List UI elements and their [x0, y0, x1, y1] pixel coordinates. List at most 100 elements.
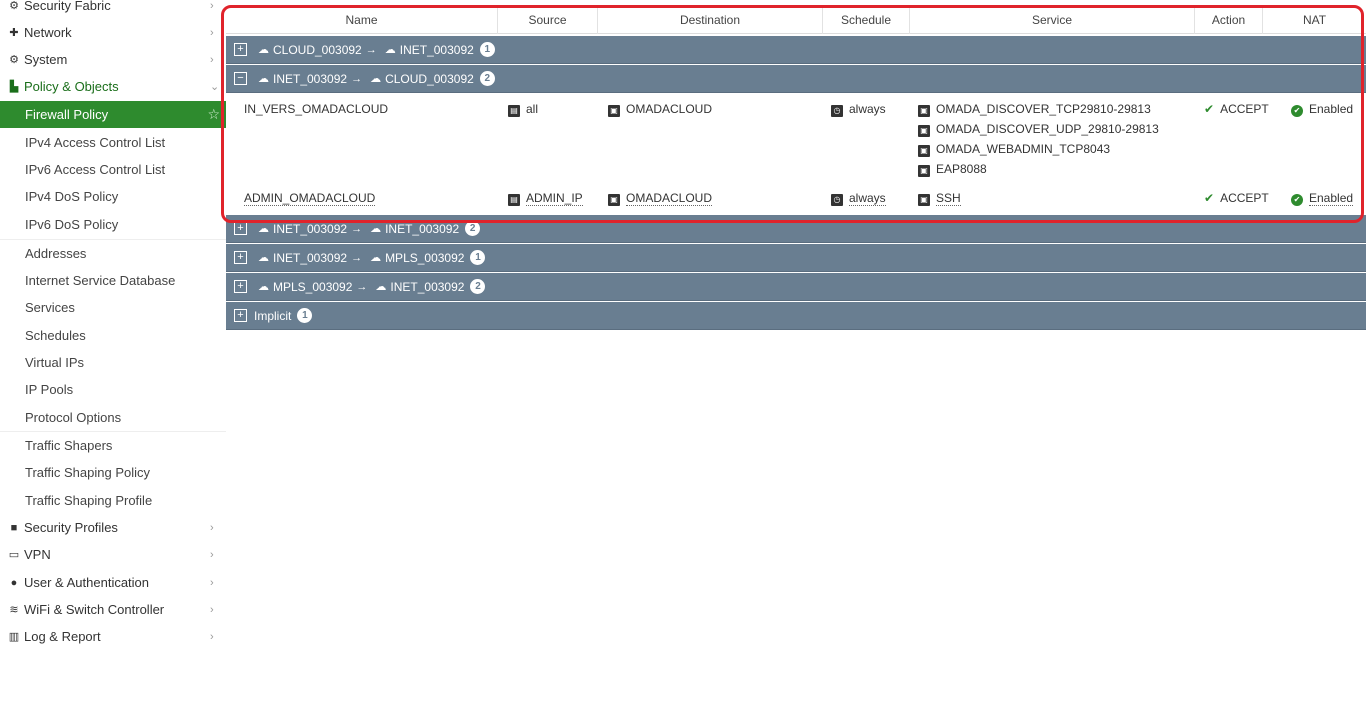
sidebar-item-internet-service-db[interactable]: Internet Service Database	[0, 267, 226, 294]
address-icon: ▤	[508, 105, 520, 117]
cloud-icon: ☁	[384, 44, 396, 56]
sidebar-item-virtual-ips[interactable]: Virtual IPs	[0, 349, 226, 376]
cloud-icon: ☁	[258, 281, 269, 293]
sidebar-item-traffic-shaping-policy[interactable]: Traffic Shaping Policy	[0, 459, 226, 486]
policy-schedule[interactable]: always	[849, 102, 886, 116]
chevron-right-icon: ›	[210, 576, 214, 589]
policy-service[interactable]: EAP8088	[936, 162, 987, 176]
count-badge: 1	[470, 250, 486, 265]
count-badge: 2	[465, 221, 481, 236]
arrow-right-icon: →	[351, 72, 363, 85]
policy-destination[interactable]: OMADACLOUD	[626, 102, 712, 116]
count-badge: 2	[479, 71, 495, 86]
expand-icon[interactable]: +	[234, 251, 247, 264]
check-circle-icon: ✔	[1291, 105, 1303, 117]
service-icon: ▣	[918, 145, 930, 157]
cloud-icon: ☁	[370, 73, 382, 85]
column-header-source[interactable]: Source	[498, 6, 598, 34]
sidebar-item-schedules[interactable]: Schedules	[0, 322, 226, 349]
sequence-row-implicit[interactable]: + Implicit 1	[226, 302, 1366, 330]
sidebar-item-system[interactable]: ⚙ System ›	[0, 46, 226, 73]
policy-source[interactable]: all	[526, 102, 538, 116]
arrow-right-icon: →	[356, 280, 368, 293]
sidebar-item-network[interactable]: ✚ Network ›	[0, 19, 226, 46]
count-badge: 1	[297, 308, 313, 323]
column-header-name[interactable]: Name	[226, 6, 498, 34]
check-icon: ✔	[1204, 191, 1215, 205]
sidebar-item-security-fabric[interactable]: ⚙ Security Fabric ›	[0, 0, 226, 19]
policy-service[interactable]: OMADA_WEBADMIN_TCP8043	[936, 142, 1110, 156]
sidebar-item-user-auth[interactable]: ● User & Authentication ›	[0, 569, 226, 596]
cloud-icon: ☁	[370, 223, 382, 235]
star-icon[interactable]: ☆	[207, 106, 220, 123]
sequence-row[interactable]: + ☁ INET_003092 → ☁ MPLS_003092 1	[226, 244, 1366, 272]
policy-action: ACCEPT	[1220, 191, 1269, 205]
sidebar-item-security-profiles[interactable]: ■ Security Profiles ›	[0, 514, 226, 541]
column-header-schedule[interactable]: Schedule	[823, 6, 910, 34]
policy-destination[interactable]: OMADACLOUD	[626, 191, 713, 206]
policy-nat: Enabled	[1309, 191, 1354, 206]
arrow-right-icon: →	[351, 222, 363, 235]
column-header-nat[interactable]: NAT	[1263, 6, 1366, 34]
policy-source[interactable]: ADMIN_IP	[526, 191, 583, 206]
cloud-icon: ☁	[258, 223, 269, 235]
schedule-icon: ◷	[831, 194, 843, 206]
sidebar-item-traffic-shaping-profile[interactable]: Traffic Shaping Profile	[0, 487, 226, 514]
sidebar-item-vpn[interactable]: ▭ VPN ›	[0, 541, 226, 568]
sidebar-item-ipv6-acl[interactable]: IPv6 Access Control List	[0, 156, 226, 183]
table-row[interactable]: IN_VERS_OMADACLOUD ▤ all ▣ OMADACLOUD ◷ alw…	[226, 96, 1366, 184]
arrow-right-icon: →	[365, 43, 377, 56]
table-header: Name Source Destination Schedule Service…	[226, 6, 1366, 34]
table-row[interactable]: ADMIN_OMADACLOUD ▤ ADMIN_IP ▣ OMADACLOUD ◷…	[226, 184, 1366, 214]
sidebar-item-policy-objects[interactable]: ▙ Policy & Objects ⌄	[0, 73, 226, 100]
collapse-icon[interactable]: −	[234, 72, 247, 85]
sequence-row[interactable]: + ☁ MPLS_003092 → ☁ INET_003092 2	[226, 273, 1366, 301]
schedule-icon: ◷	[831, 105, 843, 117]
sequence-row[interactable]: + ☁ CLOUD_003092 → ☁ INET_003092 1	[226, 36, 1366, 64]
column-header-action[interactable]: Action	[1195, 6, 1263, 34]
policy-name: IN_VERS_OMADACLOUD	[244, 102, 389, 116]
sidebar-item-wifi-switch[interactable]: ≋ WiFi & Switch Controller ›	[0, 596, 226, 623]
cloud-icon: ☁	[370, 252, 382, 264]
sidebar-item-ip-pools[interactable]: IP Pools	[0, 376, 226, 403]
arrow-right-icon: →	[351, 251, 363, 264]
policy-schedule[interactable]: always	[849, 191, 886, 206]
count-badge: 1	[479, 42, 495, 57]
log-report-icon: ▥	[8, 631, 20, 643]
service-icon: ▣	[918, 105, 930, 117]
address-icon: ▤	[508, 194, 520, 206]
sidebar-item-traffic-shapers[interactable]: Traffic Shapers	[0, 432, 226, 459]
sidebar-item-ipv6-dos[interactable]: IPv6 DoS Policy	[0, 211, 226, 238]
wifi-icon: ≋	[9, 604, 19, 616]
sidebar-item-protocol-options[interactable]: Protocol Options	[0, 404, 226, 431]
sequence-row[interactable]: − ☁ INET_003092 → ☁ CLOUD_003092 2	[226, 65, 1366, 93]
sidebar-item-addresses[interactable]: Addresses	[0, 240, 226, 267]
count-badge: 2	[470, 279, 486, 294]
policy-service[interactable]: OMADA_DISCOVER_TCP29810-29813	[936, 102, 1151, 116]
policy-objects-icon: ▙	[9, 81, 19, 93]
user-icon: ●	[10, 576, 18, 589]
expand-icon[interactable]: +	[234, 309, 247, 322]
security-fabric-icon: ⚙	[9, 0, 19, 12]
chevron-down-icon: ⌄	[210, 81, 220, 93]
policy-service[interactable]: SSH	[936, 191, 961, 206]
policy-service[interactable]: OMADA_DISCOVER_UDP_29810-29813	[936, 122, 1159, 136]
network-icon: ✚	[9, 27, 19, 39]
column-header-destination[interactable]: Destination	[598, 6, 823, 34]
chevron-right-icon: ›	[210, 548, 214, 561]
expand-icon[interactable]: +	[234, 222, 247, 235]
sidebar-item-log-report[interactable]: ▥ Log & Report ›	[0, 623, 226, 650]
sequence-row[interactable]: + ☁ INET_003092 → ☁ INET_003092 2	[226, 215, 1366, 243]
service-icon: ▣	[918, 125, 930, 137]
policy-name[interactable]: ADMIN_OMADACLOUD	[244, 191, 376, 206]
sidebar-item-ipv4-acl[interactable]: IPv4 Access Control List	[0, 129, 226, 156]
expand-icon[interactable]: +	[234, 43, 247, 56]
system-icon: ⚙	[9, 54, 19, 66]
sidebar-item-services[interactable]: Services	[0, 294, 226, 321]
chevron-right-icon: ›	[210, 26, 214, 39]
sidebar-item-ipv4-dos[interactable]: IPv4 DoS Policy	[0, 183, 226, 210]
policy-table: Name Source Destination Schedule Service…	[226, 0, 1366, 711]
column-header-service[interactable]: Service	[910, 6, 1195, 34]
expand-icon[interactable]: +	[234, 280, 247, 293]
sidebar-item-firewall-policy[interactable]: Firewall Policy ☆	[0, 101, 226, 128]
